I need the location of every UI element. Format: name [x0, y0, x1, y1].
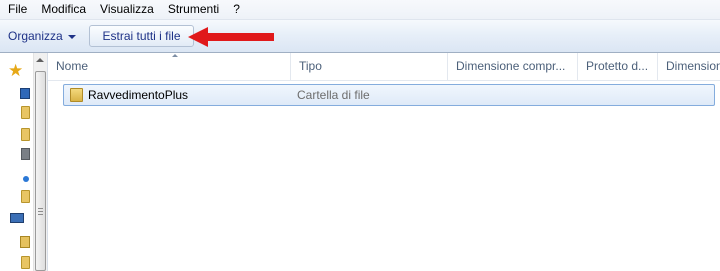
table-row[interactable]: RavvedimentoPlus Cartella di file: [63, 84, 715, 106]
column-header: Nome Tipo Dimensione compr... Protetto d…: [48, 53, 720, 81]
folder-icon[interactable]: [21, 190, 30, 203]
computer-icon[interactable]: [10, 213, 24, 223]
menu-help[interactable]: ?: [225, 0, 246, 19]
command-toolbar: Organizza Estrai tutti i file: [0, 20, 720, 53]
menu-file[interactable]: File: [0, 0, 33, 19]
scroll-thumb[interactable]: [35, 71, 46, 271]
red-arrow-icon: [188, 27, 274, 47]
menu-strumenti[interactable]: Strumenti: [160, 0, 225, 19]
folder-icon[interactable]: [21, 106, 30, 119]
desktop-icon[interactable]: [20, 88, 30, 99]
extract-all-button[interactable]: Estrai tutti i file: [89, 25, 194, 47]
file-type: Cartella di file: [297, 88, 370, 102]
column-type[interactable]: Tipo: [291, 53, 448, 80]
grip-icon: [38, 208, 43, 215]
organize-label: Organizza: [8, 29, 63, 43]
folder-icon[interactable]: [21, 256, 30, 269]
column-name[interactable]: Nome: [48, 53, 291, 80]
chevron-down-icon: [67, 34, 76, 39]
star-icon[interactable]: ★: [8, 62, 23, 80]
folder-icon: [70, 88, 83, 102]
column-size[interactable]: Dimension: [658, 53, 720, 80]
column-password-protected[interactable]: Protetto d...: [578, 53, 658, 80]
organize-button[interactable]: Organizza: [8, 20, 76, 52]
menu-visualizza[interactable]: Visualizza: [92, 0, 160, 19]
column-compressed-size[interactable]: Dimensione compr...: [448, 53, 578, 80]
folder-icon[interactable]: [21, 128, 30, 141]
library-icon[interactable]: [20, 236, 30, 248]
file-name: RavvedimentoPlus: [88, 88, 189, 102]
nav-scrollbar[interactable]: [33, 53, 47, 271]
scroll-up-icon[interactable]: [36, 58, 44, 62]
menu-bar: File Modifica Visualizza Strumenti ?: [0, 0, 720, 20]
network-icon[interactable]: [21, 148, 30, 160]
music-icon[interactable]: [23, 176, 29, 182]
menu-modifica[interactable]: Modifica: [33, 0, 92, 19]
